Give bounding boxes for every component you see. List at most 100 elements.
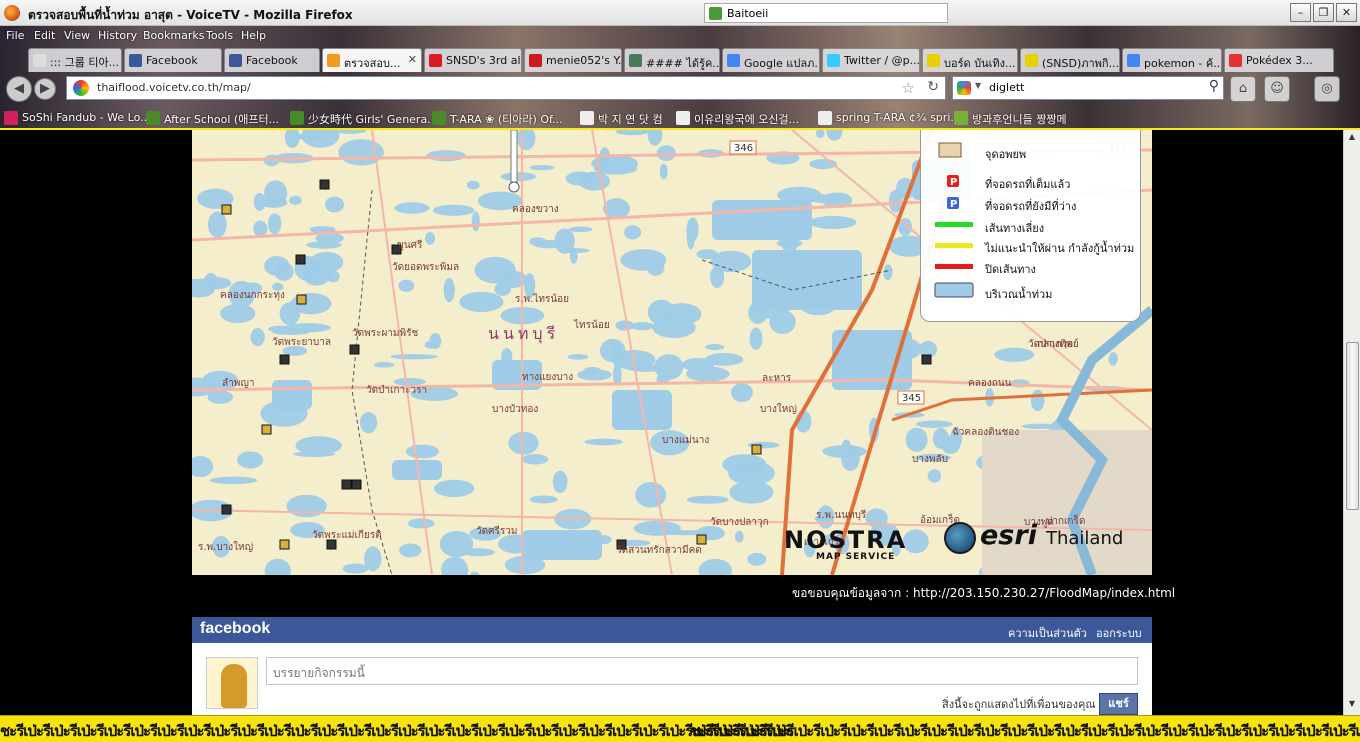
place-label: วัดพระยาบาล	[272, 337, 332, 348]
flood-area	[274, 262, 294, 281]
evacuation-marker	[221, 504, 232, 515]
tab-4[interactable]: SNSD's 3rd al...	[424, 48, 522, 72]
flood-area	[471, 211, 480, 232]
scroll-up-icon[interactable]: ▲	[1345, 132, 1359, 146]
flood-map[interactable]: 346345511 คลองขวางขุนศรีวัดยอดพระพิมลคลอ…	[192, 130, 1152, 575]
tab-7[interactable]: Google แปลภ...	[722, 48, 820, 72]
reload-icon[interactable]: ↻	[927, 79, 939, 95]
tab-5[interactable]: menie052's Y...	[524, 48, 622, 72]
flood-area	[647, 130, 663, 146]
menu-file[interactable]: File	[6, 29, 24, 42]
flood-area	[532, 240, 566, 249]
share-button[interactable]: แชร์	[1099, 693, 1138, 715]
tab-0[interactable]: ::: 그룹 티아...	[28, 48, 122, 72]
place-label: วัดสวนทรักสวามีคด	[616, 545, 702, 556]
flood-area	[584, 438, 623, 446]
bookmark-favicon-icon	[818, 111, 832, 125]
addon-icon[interactable]: ☺	[1264, 76, 1290, 102]
place-label: ร.พ.ไทรน้อย	[515, 294, 570, 305]
close-button[interactable]: ✕	[1336, 3, 1357, 22]
place-label: บางใหญ่	[760, 404, 797, 415]
privacy-link[interactable]: ความเป็นส่วนตัว	[1008, 624, 1087, 642]
facebook-logo[interactable]: facebook	[200, 620, 270, 638]
tab-12[interactable]: Pokédex 3...	[1224, 48, 1334, 72]
bookmark-2[interactable]: 少女時代 Girls' Genera...	[290, 111, 438, 127]
place-label: วัดบางปลาวุก	[710, 517, 769, 528]
menu-bookmarks[interactable]: Bookmarks	[143, 29, 204, 42]
bookmark-6[interactable]: spring T-ARA ¢¾ spri...	[818, 111, 961, 125]
tab-1[interactable]: Facebook	[124, 48, 222, 72]
menu-help[interactable]: Help	[241, 29, 266, 42]
menu-edit[interactable]: Edit	[34, 29, 55, 42]
flood-area	[309, 251, 344, 273]
flood-area	[192, 455, 214, 478]
tab-close-icon[interactable]: ✕	[408, 53, 417, 66]
url-text: thaiflood.voicetv.co.th/map/	[97, 81, 251, 94]
tab-10[interactable]: (SNSD)ภาพกิ...	[1020, 48, 1120, 72]
flood-area	[698, 558, 732, 575]
tab-11[interactable]: pokemon - ค้...	[1122, 48, 1222, 72]
tab-favicon-icon	[1229, 54, 1242, 67]
tools-icon[interactable]: ◎	[1314, 76, 1340, 102]
tab-9[interactable]: บอร์ด บันเทิง...	[922, 48, 1018, 72]
bookmark-7[interactable]: 방과후언니들 짱짱메	[954, 111, 1067, 127]
flood-area	[712, 200, 812, 240]
flood-area	[253, 192, 266, 211]
flood-area	[279, 302, 301, 326]
bookmark-star-icon[interactable]: ☆	[902, 79, 915, 97]
scroll-down-icon[interactable]: ▼	[1345, 699, 1359, 713]
flood-area	[459, 291, 504, 312]
flood-area	[686, 217, 699, 242]
flood-area	[624, 225, 642, 240]
tab-6[interactable]: #### ได้รู้ค...	[624, 48, 720, 72]
flood-area	[620, 249, 667, 271]
menu-history[interactable]: History	[98, 29, 137, 42]
flood-area	[522, 530, 602, 560]
back-button[interactable]: ◀	[6, 76, 32, 102]
flood-area	[705, 344, 725, 351]
bookmark-favicon-icon	[954, 111, 968, 125]
vertical-scrollbar[interactable]: ▲ ▼	[1343, 130, 1360, 715]
flood-area	[578, 171, 610, 191]
bookmark-5[interactable]: 이유리왕국에 오신걸...	[676, 111, 799, 127]
tab-label: SNSD's 3rd al...	[446, 54, 521, 67]
bookmark-1[interactable]: After School (애프터...	[146, 111, 279, 127]
flood-area	[1108, 352, 1118, 366]
flood-area	[405, 444, 440, 459]
firefox-icon	[4, 5, 20, 21]
home-button[interactable]: ⌂	[1230, 76, 1256, 102]
flood-area	[583, 366, 602, 376]
google-icon[interactable]	[957, 81, 971, 95]
menu-tools[interactable]: Tools	[206, 29, 233, 42]
bookmark-0[interactable]: SoShi Fandub - We Lo...	[4, 111, 151, 125]
flood-area	[424, 341, 436, 349]
nostra-logo: NOSTRA	[784, 526, 908, 554]
evacuation-marker	[751, 444, 762, 455]
flood-area	[826, 130, 843, 141]
minimize-button[interactable]: –	[1290, 3, 1311, 22]
search-engine-dropdown-icon[interactable]: ▼	[975, 81, 981, 90]
legend-label-not-recommended: ไม่แนะนำให้ผ่าน กำลังกู้น้ำท่วม	[985, 242, 1135, 255]
bookmark-3[interactable]: T-ARA ❀ (티아라) Of...	[432, 111, 563, 127]
bookmark-4[interactable]: 박 지 연 닷 컴	[580, 111, 663, 127]
bookmark-favicon-icon	[432, 111, 446, 125]
search-icon[interactable]: ⚲	[1209, 78, 1219, 94]
bookmarks-bar: SoShi Fandub - We Lo... After School (애프터…	[0, 108, 1360, 128]
logout-link[interactable]: ออกระบบ	[1096, 624, 1142, 642]
evacuation-marker	[349, 344, 360, 355]
forward-button[interactable]: ▶	[34, 78, 56, 100]
tab-favicon-icon	[33, 54, 46, 67]
tab-8[interactable]: Twitter / @p...	[822, 48, 920, 72]
search-bar[interactable]: ▼ diglett ⚲	[952, 76, 1224, 100]
tab-label: menie052's Y...	[546, 54, 622, 67]
maximize-button[interactable]: ❐	[1313, 3, 1334, 22]
menu-view[interactable]: View	[64, 29, 90, 42]
activity-comment-input[interactable]: บรรยายกิจกรรมนี้	[266, 657, 1138, 685]
flood-area	[474, 256, 516, 284]
tab-favicon-icon	[629, 54, 642, 67]
tab-2[interactable]: Facebook	[224, 48, 320, 72]
tab-3[interactable]: ตรวจสอบ... ✕	[322, 48, 422, 72]
flood-area	[264, 180, 288, 206]
url-bar[interactable]: thaiflood.voicetv.co.th/map/ ☆ ↻	[66, 76, 946, 100]
scrollbar-thumb[interactable]	[1346, 342, 1359, 510]
